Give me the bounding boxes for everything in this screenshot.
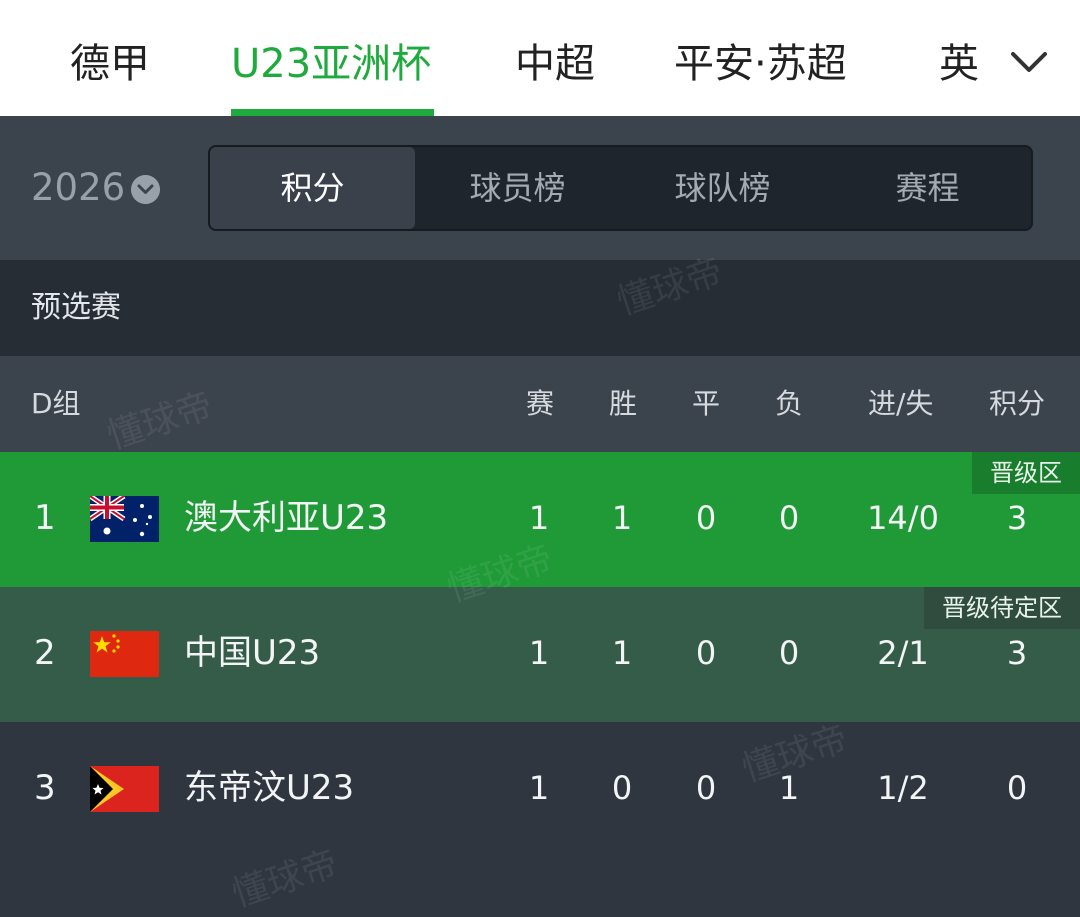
won: 1 <box>611 634 633 672</box>
segment-team-rankings[interactable]: 球队榜 <box>620 147 825 229</box>
league-tab-bar: 德甲 U23亚洲杯 中超 平安·苏超 英 <box>0 0 1080 116</box>
won: 1 <box>611 499 633 537</box>
won: 0 <box>611 769 633 807</box>
segment-standings[interactable]: 积分 <box>210 147 415 229</box>
chevron-down-icon[interactable] <box>131 175 160 204</box>
column-points: 积分 <box>989 387 1046 420</box>
timor-leste-flag-icon <box>90 766 159 812</box>
table-row[interactable]: 3 东帝汶U23 1 0 0 1 1/2 0 <box>0 722 1080 857</box>
table-row[interactable]: 2 中国U23 1 1 0 0 2/1 3 晋级待定区 <box>0 587 1080 722</box>
lost: 0 <box>778 499 800 537</box>
zone-badge: 晋级区 <box>972 452 1080 494</box>
zone-badge: 晋级待定区 <box>924 587 1080 629</box>
column-drawn: 平 <box>692 387 721 420</box>
goals: 2/1 <box>877 634 929 672</box>
tab-premier-league[interactable]: 英 <box>939 40 979 88</box>
drawn: 0 <box>695 769 717 807</box>
goals: 14/0 <box>867 499 939 537</box>
drawn: 0 <box>695 499 717 537</box>
column-played: 赛 <box>526 387 555 420</box>
chevron-down-icon[interactable] <box>1010 50 1048 74</box>
points: 3 <box>1006 499 1028 537</box>
tab-csl[interactable]: 中超 <box>515 40 595 88</box>
china-flag-icon <box>90 631 159 677</box>
rank: 3 <box>34 768 56 808</box>
column-won: 胜 <box>609 387 638 420</box>
team-name: 东帝汶U23 <box>184 768 355 808</box>
lost: 0 <box>778 634 800 672</box>
active-tab-indicator <box>231 109 434 116</box>
played: 1 <box>528 769 550 807</box>
segment-player-rankings[interactable]: 球员榜 <box>415 147 620 229</box>
team-name: 澳大利亚U23 <box>184 498 389 538</box>
points: 0 <box>1006 769 1028 807</box>
season-selector[interactable]: 2026 <box>31 166 125 210</box>
rank: 2 <box>34 633 56 673</box>
stage-title: 预选赛 <box>31 290 121 325</box>
column-goals: 进/失 <box>868 387 934 420</box>
stage-header: 预选赛 <box>0 260 1080 356</box>
group-label: D组 <box>31 387 81 420</box>
rank: 1 <box>34 498 56 538</box>
goals: 1/2 <box>877 769 929 807</box>
australia-flag-icon <box>90 496 159 542</box>
drawn: 0 <box>695 634 717 672</box>
column-lost: 负 <box>775 387 804 420</box>
tab-suchao[interactable]: 平安·苏超 <box>674 40 847 88</box>
points: 3 <box>1006 634 1028 672</box>
view-segmented-control: 积分 球员榜 球队榜 赛程 <box>208 145 1033 231</box>
segment-schedule[interactable]: 赛程 <box>825 147 1030 229</box>
played: 1 <box>528 634 550 672</box>
tab-u23-asian-cup[interactable]: U23亚洲杯 <box>231 40 431 88</box>
team-name: 中国U23 <box>184 633 321 673</box>
tab-bundesliga[interactable]: 德甲 <box>70 40 150 88</box>
